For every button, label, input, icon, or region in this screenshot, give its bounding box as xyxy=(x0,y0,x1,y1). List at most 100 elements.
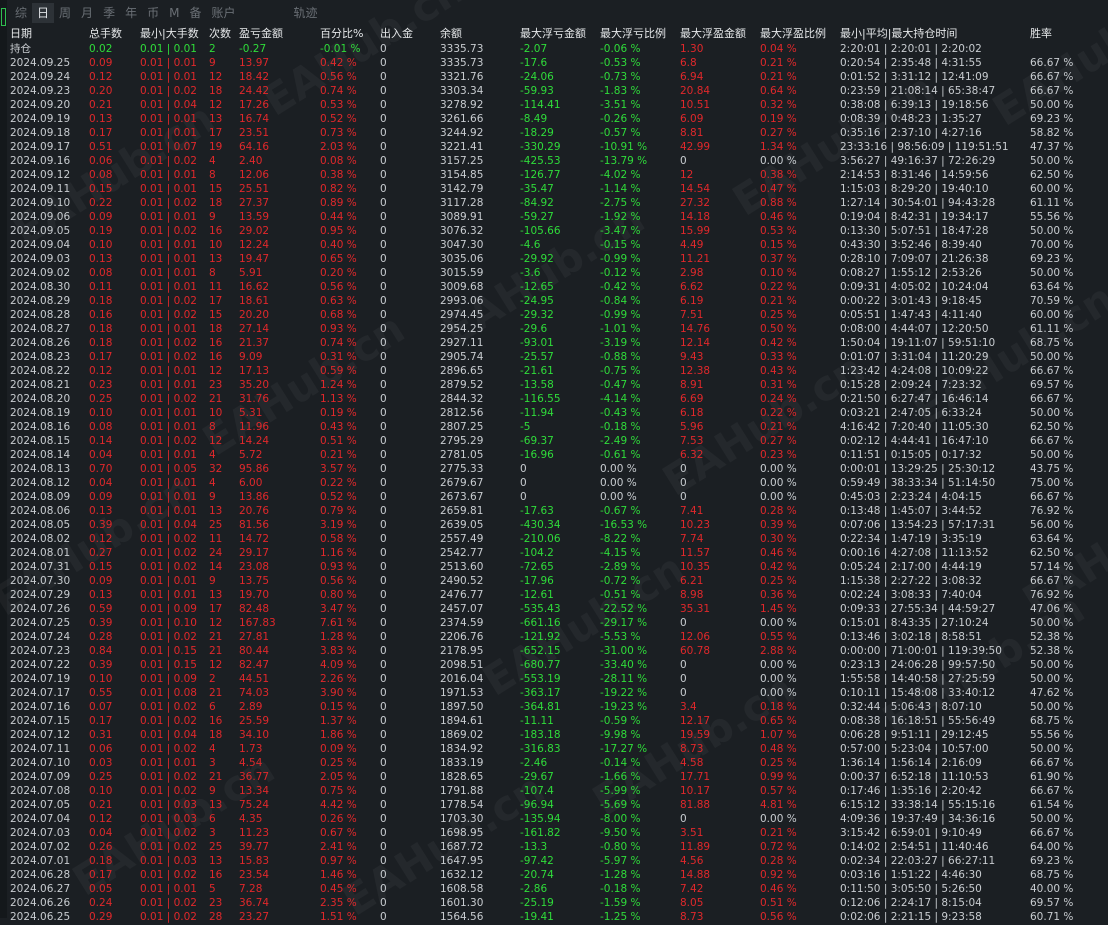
tab-account[interactable]: 账户 xyxy=(206,3,240,23)
cell-min-max-lots: 0.01 | 0.03 xyxy=(140,855,197,867)
cell-max-float-loss: -105.66 xyxy=(520,225,561,237)
cell-pnl: 12.06 xyxy=(239,169,270,181)
cell-total-lots: 0.09 xyxy=(89,491,113,503)
cell-percent: 0.26 % xyxy=(320,813,357,825)
cell-max-float-loss: -183.18 xyxy=(520,729,561,741)
cell-hold-times: 2:14:53 | 8:31:46 | 14:59:56 xyxy=(840,169,989,181)
cell-count: 13 xyxy=(209,253,223,265)
cell-max-float-profit-pct: 0.00 % xyxy=(760,659,797,671)
tab-week[interactable]: 周 xyxy=(54,3,76,23)
cell-balance: 3261.66 xyxy=(440,113,484,125)
cell-max-float-loss-pct: 0.00 % xyxy=(600,463,637,475)
cell-deposit-withdrawal: 0 xyxy=(380,407,387,419)
cell-count: 8 xyxy=(209,267,216,279)
cell-max-float-loss: -17.63 xyxy=(520,505,554,517)
cell-date: 2024.07.15 xyxy=(10,715,71,727)
tab-m[interactable]: M xyxy=(164,3,184,23)
tab-track[interactable]: 轨迹 xyxy=(289,3,323,23)
cell-win-rate: 61.11 % xyxy=(1030,323,1074,335)
cell-max-float-profit: 0 xyxy=(680,673,687,685)
cell-win-rate: 69.23 % xyxy=(1030,253,1074,265)
header-win-rate: 胜率 xyxy=(1030,27,1052,40)
cell-deposit-withdrawal: 0 xyxy=(380,659,387,671)
cell-max-float-loss: -364.81 xyxy=(520,701,561,713)
tab-day[interactable]: 日 xyxy=(32,3,55,23)
cell-max-float-loss-pct: -0.42 % xyxy=(600,281,641,293)
cell-date: 2024.07.24 xyxy=(10,631,71,643)
cell-max-float-profit: 14.88 xyxy=(680,869,711,881)
cell-max-float-loss: -96.94 xyxy=(520,799,554,811)
cell-count: 25 xyxy=(209,841,223,853)
cell-deposit-withdrawal: 0 xyxy=(380,463,387,475)
cell-balance: 2374.59 xyxy=(440,617,484,629)
cell-count: 12 xyxy=(209,659,223,671)
tab-month[interactable]: 月 xyxy=(76,3,98,23)
cell-deposit-withdrawal: 0 xyxy=(380,393,387,405)
cell-balance: 3076.32 xyxy=(440,225,484,237)
cell-percent: 0.65 % xyxy=(320,253,357,265)
cell-date: 2024.07.25 xyxy=(10,617,71,629)
cell-win-rate: 50.00 % xyxy=(1030,267,1074,279)
cell-deposit-withdrawal: 0 xyxy=(380,911,387,923)
cell-pnl: 5.91 xyxy=(239,267,263,279)
cell-max-float-profit: 14.76 xyxy=(680,323,711,335)
cell-date: 2024.08.14 xyxy=(10,449,71,461)
cell-pnl: 18.42 xyxy=(239,71,270,83)
cell-deposit-withdrawal: 0 xyxy=(380,281,387,293)
cell-date: 2024.07.22 xyxy=(10,659,71,671)
cell-max-float-profit: 35.31 xyxy=(680,603,711,615)
cell-count: 4 xyxy=(209,743,216,755)
cell-max-float-loss-pct: -19.22 % xyxy=(600,687,648,699)
cell-max-float-loss-pct: -9.98 % xyxy=(600,729,641,741)
cell-max-float-loss-pct: -0.59 % xyxy=(600,715,641,727)
cell-max-float-profit-pct: 0.15 % xyxy=(760,239,797,251)
cell-deposit-withdrawal: 0 xyxy=(380,673,387,685)
cell-percent: 1.28 % xyxy=(320,631,357,643)
cell-deposit-withdrawal: 0 xyxy=(380,771,387,783)
cell-max-float-profit: 7.41 xyxy=(680,505,704,517)
cell-deposit-withdrawal: 0 xyxy=(380,197,387,209)
cell-count: 13 xyxy=(209,589,223,601)
cell-hold-times: 1:23:42 | 4:24:08 | 10:09:22 xyxy=(840,365,989,377)
cell-max-float-profit-pct: 0.00 % xyxy=(760,813,797,825)
header-balance: 余额 xyxy=(440,27,462,40)
tab-notes[interactable]: 备 xyxy=(184,3,206,23)
cell-max-float-profit-pct: 0.23 % xyxy=(760,449,797,461)
cell-max-float-loss: -17.96 xyxy=(520,575,554,587)
cell-balance: 2178.95 xyxy=(440,645,484,657)
cell-win-rate: 50.00 % xyxy=(1030,351,1074,363)
cell-max-float-loss: -5 xyxy=(520,421,531,433)
cell-deposit-withdrawal: 0 xyxy=(380,351,387,363)
tab-currency[interactable]: 币 xyxy=(142,3,164,23)
cell-count: 25 xyxy=(209,519,223,531)
cell-percent: 0.22 % xyxy=(320,477,357,489)
tab-overview[interactable]: 综 xyxy=(10,3,32,23)
cell-hold-times: 0:15:01 | 8:43:35 | 27:10:24 xyxy=(840,617,989,629)
cell-count: 21 xyxy=(209,645,223,657)
cell-deposit-withdrawal: 0 xyxy=(380,337,387,349)
cell-max-float-loss: -3.6 xyxy=(520,267,541,279)
cell-min-max-lots: 0.01 | 0.01 xyxy=(140,449,197,461)
cell-date: 2024.09.05 xyxy=(10,225,71,237)
cell-max-float-profit-pct: 0.25 % xyxy=(760,309,797,321)
tab-quarter[interactable]: 季 xyxy=(98,3,120,23)
cell-balance: 1698.95 xyxy=(440,827,484,839)
cell-balance: 2927.11 xyxy=(440,337,484,349)
header-deposit-withdrawal: 出入金 xyxy=(380,27,413,40)
cell-min-max-lots: 0.01 | 0.09 xyxy=(140,603,197,615)
tab-year[interactable]: 年 xyxy=(120,3,142,23)
cell-total-lots: 0.08 xyxy=(89,267,113,279)
cell-balance: 1971.53 xyxy=(440,687,484,699)
cell-max-float-profit: 6.62 xyxy=(680,281,704,293)
cell-min-max-lots: 0.01 | 0.04 xyxy=(140,99,197,111)
cell-pnl: 16.62 xyxy=(239,281,270,293)
cell-min-max-lots: 0.01 | 0.02 xyxy=(140,533,197,545)
cell-date: 2024.09.25 xyxy=(10,57,71,69)
cell-max-float-loss-pct: -1.01 % xyxy=(600,323,641,335)
cell-deposit-withdrawal: 0 xyxy=(380,785,387,797)
cell-max-float-profit: 0 xyxy=(680,813,687,825)
cell-max-float-profit: 20.84 xyxy=(680,85,711,97)
cell-max-float-profit-pct: 0.51 % xyxy=(760,897,797,909)
cell-pnl: 82.47 xyxy=(239,659,270,671)
cell-date: 2024.07.26 xyxy=(10,603,71,615)
